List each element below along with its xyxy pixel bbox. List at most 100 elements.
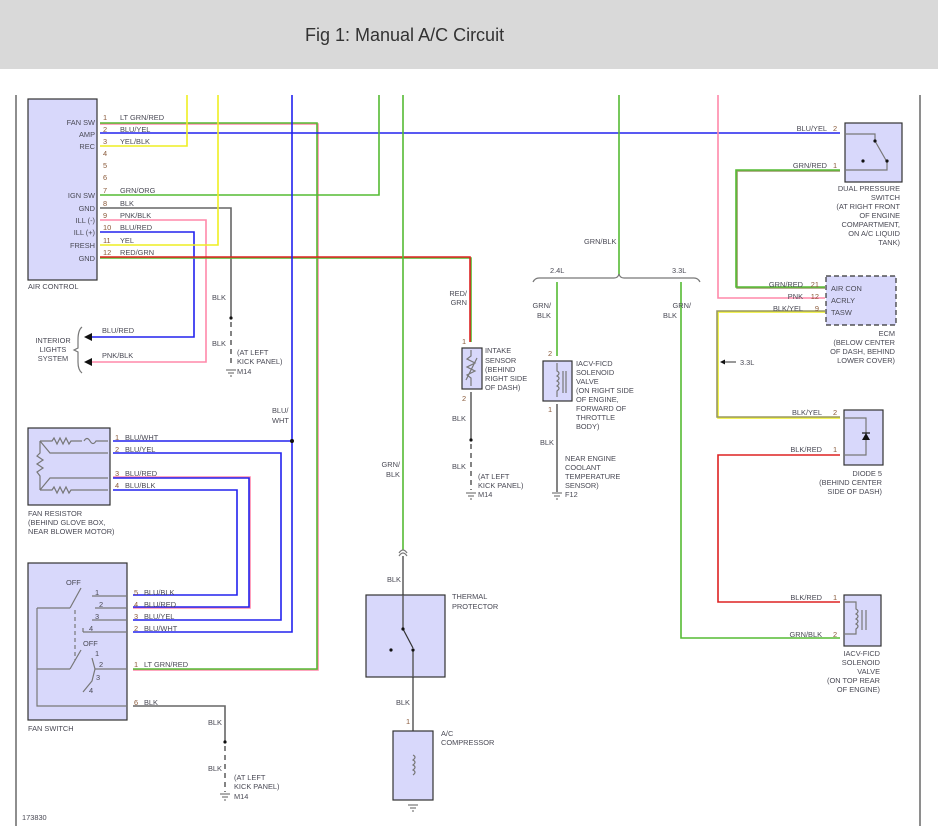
wire-label: BLK <box>144 698 158 707</box>
wire-label: BLU/RED <box>120 223 152 232</box>
variant-label: 3.3L <box>672 266 686 275</box>
component-name: THERMAL <box>452 592 487 601</box>
ground-id: M14 <box>478 490 492 499</box>
connector-icon <box>398 549 408 557</box>
engine-variant-splice: GRN/BLK 2.4L 3.3L GRN/ BLK <box>532 237 701 320</box>
ground-icon <box>226 369 236 377</box>
switch-position-label: 4 <box>89 686 93 695</box>
location-text: (AT LEFT <box>237 348 269 357</box>
wire-label: BLK <box>452 414 466 423</box>
location-text: (AT LEFT <box>478 472 510 481</box>
pin-label: ILL (+) <box>74 228 95 237</box>
component-name: VALVE <box>857 667 880 676</box>
wire-label: BLU/BLK <box>144 588 174 597</box>
switch-position-label: 1 <box>95 588 99 597</box>
wire-label: GRN/ <box>533 301 552 310</box>
switch-position-label: 4 <box>89 624 93 633</box>
pin-number: 1 <box>833 593 837 602</box>
location-text: RIGHT SIDE <box>485 374 527 383</box>
component-name: SOLENOID <box>842 658 880 667</box>
wire-label: BLK <box>387 575 401 584</box>
location-text: BODY) <box>576 422 599 431</box>
ground-icon <box>408 804 418 812</box>
wire-label: YEL/BLK <box>120 137 150 146</box>
pin-label: ACRLY <box>831 296 855 305</box>
ground-id: M14 <box>237 367 251 376</box>
pin-label: FRESH <box>70 241 95 250</box>
wire-label: BLK <box>396 698 410 707</box>
location-text: (BEHIND CENTER <box>819 478 882 487</box>
component-name: FAN RESISTOR <box>28 509 82 518</box>
pin-number: 9 <box>815 304 819 313</box>
switch-position-label: OFF <box>66 578 81 587</box>
wire-label: GRN/RED <box>793 161 827 170</box>
wire-label: YEL <box>120 236 134 245</box>
pin-label: FAN SW <box>67 118 95 127</box>
component-name: IACV-FICD <box>576 359 613 368</box>
pin-label: AMP <box>79 130 95 139</box>
pin-label: GND <box>79 254 95 263</box>
wires <box>92 95 840 800</box>
location-text: COOLANT <box>565 463 601 472</box>
component-name: INTAKE <box>485 346 511 355</box>
location-text: KICK PANEL) <box>237 357 282 366</box>
switch-position-label: 1 <box>95 649 99 658</box>
wire-label: RED/GRN <box>120 248 154 257</box>
wire-label: PNK <box>788 292 803 301</box>
wire-label: LT GRN/RED <box>144 660 188 669</box>
pin-number: 11 <box>103 236 111 245</box>
location-text: TANK) <box>878 238 900 247</box>
pin-label: GND <box>79 204 95 213</box>
location-text: SENSOR) <box>565 481 599 490</box>
brace-icon <box>72 326 83 374</box>
arrow-head-icon <box>720 359 725 365</box>
wire-label: BLK <box>208 718 222 727</box>
pin-number: 1 <box>134 660 138 669</box>
wire-label: BLK/RED <box>790 593 822 602</box>
wire-label: BLK <box>452 462 466 471</box>
wire-label: LT GRN/RED <box>120 113 164 122</box>
diode-5: BLK/YEL 2 BLK/RED 1 DIODE 5 (BEHIND CENT… <box>790 408 884 496</box>
location-text: OF DASH) <box>485 383 520 392</box>
wire-label: BLU/RED <box>144 600 176 609</box>
wire-label: RED/ <box>449 289 468 298</box>
component-name: AIR CONTROL <box>28 282 79 291</box>
location-text: OF ENGINE <box>859 211 900 220</box>
location-text: NEAR ENGINE <box>565 454 616 463</box>
pin-number: 7 <box>103 186 107 195</box>
location-text: LOWER COVER) <box>837 356 895 365</box>
wire-label: GRN/BLK <box>790 630 823 639</box>
pin-number: 2 <box>462 394 466 403</box>
location-text: COMPARTMENT, <box>842 220 900 229</box>
switch-position-label: 3 <box>95 612 99 621</box>
component-name: SOLENOID <box>576 368 614 377</box>
fan-resistor: 1 2 3 4 BLU/WHT BLU/YEL BLU/RED BLU/BLK … <box>27 427 159 536</box>
dual-pressure-switch: BLU/YEL 2 GRN/RED 1 DUAL PRESSURE SWITCH… <box>793 122 903 247</box>
location-text: OF DASH, BEHIND <box>830 347 895 356</box>
arrow-icon <box>84 358 92 366</box>
compressor-circuit: GRN/ BLK BLK THERMAL PROTECTOR BLK 1 A/C… <box>365 460 498 812</box>
pin-label: REC <box>79 142 95 151</box>
wire-label: GRN <box>451 298 467 307</box>
component-name: LIGHTS <box>40 345 67 354</box>
ecm: GRN/RED 21 AIR CON PNK 12 ACRLY BLK/YEL … <box>769 275 897 365</box>
wire-label: BLU/ <box>272 406 289 415</box>
pin-number: 3 <box>103 137 107 146</box>
pin-number: 1 <box>462 337 466 346</box>
ground-id: M14 <box>234 792 248 801</box>
pin-number: 4 <box>134 600 138 609</box>
location-text: SIDE OF DASH) <box>827 487 882 496</box>
wire-label: GRN/BLK <box>584 237 617 246</box>
figure-id: 173830 <box>22 813 47 822</box>
pin-number: 6 <box>103 173 107 182</box>
pin-number: 10 <box>103 223 111 232</box>
location-text: FORWARD OF <box>576 404 627 413</box>
wiring-diagram: Fig 1: Manual A/C Circuit FAN SW AMP REC… <box>0 0 938 826</box>
pin-number: 21 <box>811 280 819 289</box>
pin-number: 2 <box>833 124 837 133</box>
fan-switch: OFF OFF 1 2 3 4 1 2 3 4 5 4 3 2 1 6 BLU/… <box>27 562 188 733</box>
pin-number: 1 <box>833 161 837 170</box>
pin-number: 3 <box>134 612 138 621</box>
variant-label: 2.4L <box>550 266 564 275</box>
component-name: A/C <box>441 729 454 738</box>
